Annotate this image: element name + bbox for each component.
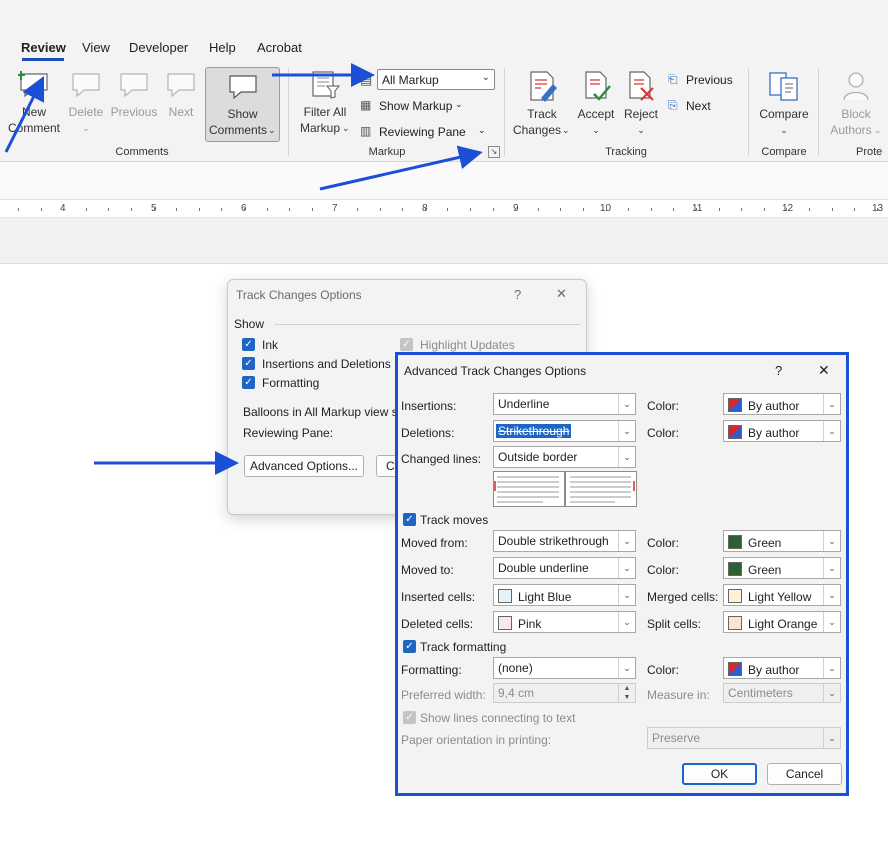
arrow-to-new-comment [4, 75, 45, 153]
arrow-to-dialog-launcher [319, 145, 483, 191]
annotation-arrows [4, 63, 483, 475]
